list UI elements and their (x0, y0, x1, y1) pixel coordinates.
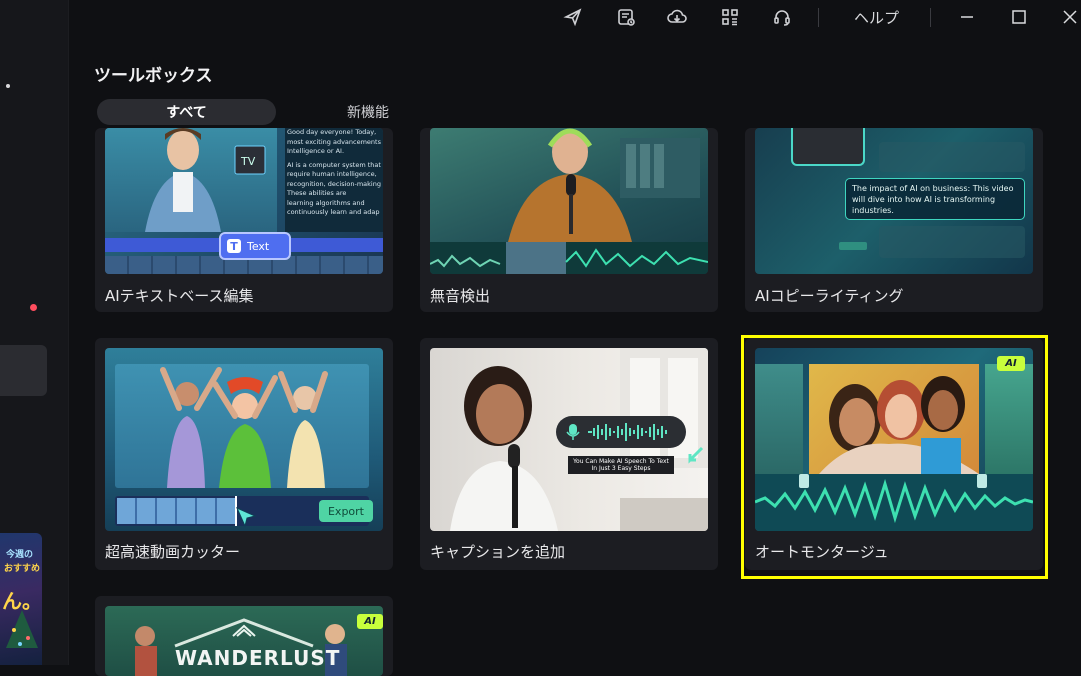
transcript-line: Intelligence or AI. (287, 147, 345, 155)
transcript-line: AI is a computer system that (287, 160, 381, 169)
tool-thumbnail (430, 128, 708, 274)
transcript-line: require human intelligence, (287, 170, 377, 178)
caption-box: The impact of AI on business: This video… (845, 178, 1025, 220)
transcript-line: Good day everyone! Today, (287, 128, 377, 136)
sidebar-indicator (6, 84, 10, 88)
text-button-overlay: T Text (219, 232, 291, 260)
audio-waveform-track (430, 242, 708, 274)
waveform-graphic (430, 242, 708, 274)
promo-banner[interactable]: 今週の おすすめ ん。 (0, 533, 42, 665)
sidebar-item-toolbox[interactable] (0, 345, 47, 396)
device-illustration (791, 128, 865, 166)
podcaster-illustration (508, 128, 700, 242)
headset-icon[interactable] (770, 6, 794, 28)
generate-chip (839, 242, 867, 250)
text-block (879, 226, 1025, 258)
tool-thumbnail: The impact of AI on business: This video… (755, 128, 1033, 274)
transcript-line: continuously learn and adap (287, 208, 380, 216)
tool-card-label: AIテキストベース編集 (105, 287, 254, 305)
arrow-icon (688, 446, 704, 464)
maximize-icon[interactable] (1007, 6, 1031, 28)
task-list-icon[interactable] (614, 6, 638, 28)
tool-card-wanderlust[interactable]: WANDERLUST AI (95, 596, 393, 676)
divider (930, 8, 931, 27)
tool-card-ai-text-edit[interactable]: TV Good day everyone! Today, most exciti… (95, 128, 393, 312)
tool-thumbnail: Export (105, 348, 383, 531)
caption-overlay: You Can Make AI Speech To Text In Just 3… (568, 456, 674, 474)
tool-card-label: AIコピーライティング (755, 287, 904, 305)
caption-text: You Can Make AI Speech To Text In Just 3… (573, 457, 669, 473)
tool-card-ai-copywriting[interactable]: The impact of AI on business: This video… (745, 128, 1043, 312)
tool-thumbnail: You Can Make AI Speech To Text In Just 3… (430, 348, 708, 531)
svg-text:TV: TV (240, 155, 256, 168)
help-menu[interactable]: ヘルプ (854, 7, 899, 28)
tool-card-label: 超高速動画カッター (105, 543, 241, 561)
tool-card-add-captions[interactable]: You Can Make AI Speech To Text In Just 3… (420, 338, 718, 570)
tree-icon (6, 610, 38, 648)
timeline-clips (117, 498, 235, 524)
tool-card-label: キャプションを追加 (430, 543, 566, 561)
transcript-line: These abilities are (287, 189, 347, 197)
caption-text: The impact of AI on business: This video… (852, 184, 1014, 215)
minimize-icon[interactable] (955, 6, 979, 28)
selection-highlight (741, 335, 1048, 579)
promo-banner-text: おすすめ (4, 564, 41, 574)
microphone-icon (566, 424, 580, 440)
text-t-icon: T (227, 239, 241, 253)
video-preview (115, 364, 369, 488)
voice-pill (556, 416, 686, 448)
tool-card-label: 無音検出 (430, 287, 491, 305)
voice-waveform (588, 423, 667, 441)
tool-thumbnail: TV Good day everyone! Today, most exciti… (105, 128, 383, 274)
person-illustration: TV (145, 128, 266, 232)
close-icon[interactable] (1058, 6, 1081, 28)
left-sidebar: 今週の おすすめ ん。 (0, 0, 69, 665)
transcript-panel: Good day everyone! Today, most exciting … (285, 128, 383, 232)
transcript-line: recognition, decision-making (287, 179, 381, 188)
tool-card-fast-cutter[interactable]: Export 超高速動画カッター (95, 338, 393, 570)
dancers-illustration (160, 367, 328, 488)
divider (818, 8, 819, 27)
tab-all[interactable]: すべて (97, 99, 276, 125)
thumbnail-title: WANDERLUST (175, 646, 341, 670)
page-title: ツールボックス (94, 66, 213, 86)
promo-banner-text: 今週の (6, 550, 34, 560)
tab-new-features[interactable]: 新機能 (330, 99, 406, 125)
title-bar: ヘルプ (68, 0, 1081, 36)
grid-apps-icon[interactable] (718, 6, 742, 28)
tool-card-silence-detection[interactable]: 無音検出 (420, 128, 718, 312)
text-button-label: Text (247, 239, 270, 253)
export-button-overlay: Export (319, 500, 373, 522)
tool-thumbnail: WANDERLUST AI (105, 606, 383, 676)
send-icon[interactable] (561, 6, 585, 28)
notification-dot (30, 304, 37, 311)
cursor-arrow-icon (236, 507, 257, 528)
cloud-download-icon[interactable] (665, 6, 689, 28)
ai-badge: AI (357, 614, 383, 629)
text-block (879, 142, 1025, 172)
transcript-line: most exciting advancements (287, 137, 381, 146)
transcript-line: learning algorithms and (287, 198, 365, 207)
video-preview: TV (105, 128, 277, 232)
